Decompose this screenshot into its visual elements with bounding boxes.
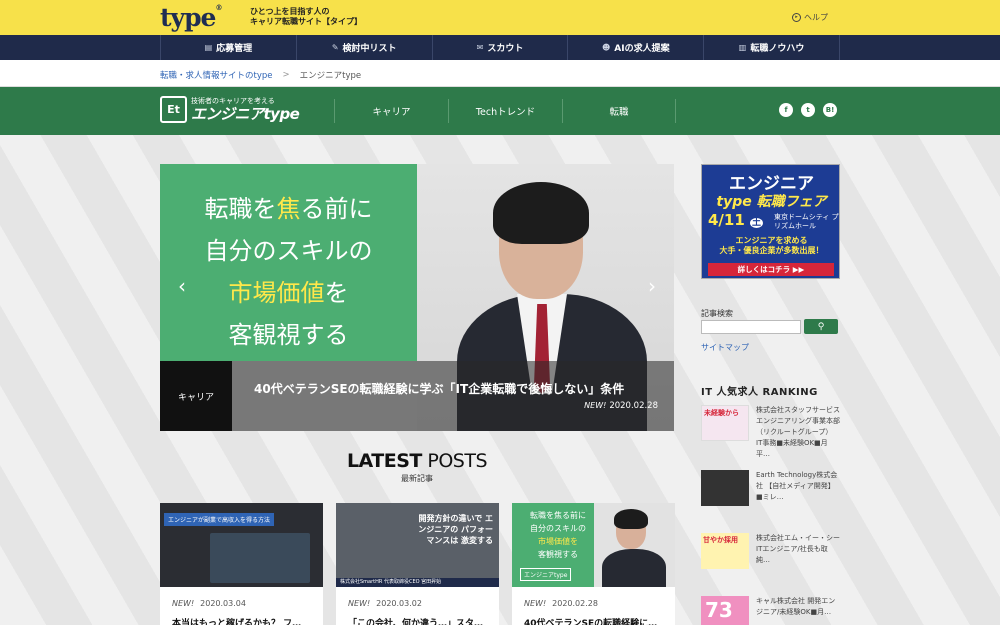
latest-posts-subtitle: 最新記事 xyxy=(401,474,433,483)
main-nav: ▤ 応募管理 ✎ 検討中リスト ✉ スカウト ☻ AIの求人提案 ▥ 転職ノウハウ xyxy=(0,35,1000,60)
nav-item-ai-suggest[interactable]: ☻ AIの求人提案 xyxy=(568,35,705,60)
engineer-type-logo[interactable]: Et 技術者のキャリアを考える エンジニアtype xyxy=(160,96,300,123)
top-bar: type® ひとつ上を目指す人の キャリア転職サイト【タイプ】 ▸ ヘルプ xyxy=(0,0,1000,35)
site-tagline: ひとつ上を目指す人の キャリア転職サイト【タイプ】 xyxy=(250,7,362,26)
ranking-item[interactable]: 未経験から 株式会社スタッフサービス エンジニアリング事業本部（リクルートグルー… xyxy=(701,405,840,460)
post-card[interactable]: 開発方針の違いで エンジニアの パフォーマンスは 激変する 株式会社SmartH… xyxy=(336,503,499,625)
hero-headline: 転職を焦る前に 自分のスキルの 市場価値を 客観視する xyxy=(204,195,373,349)
fair-details-button[interactable]: 詳しくはコチラ ▶▶ xyxy=(708,263,834,276)
hero-slider[interactable]: 転職を焦る前に 自分のスキルの 市場価値を 客観視する キャリア 40代ベテラン… xyxy=(160,164,674,431)
post-date: NEW! 2020.03.02 xyxy=(348,599,422,608)
ranking-thumbnail: 73 xyxy=(701,596,749,625)
post-title[interactable]: 40代ベテランSEの転職経験に… xyxy=(524,616,657,625)
site-header: Et 技術者のキャリアを考える エンジニアtype キャリア Techトレンド … xyxy=(0,87,1000,135)
post-card[interactable]: エンジニアが副業で高収入を得る方法 NEW! 2020.03.04 本当はもっと稼… xyxy=(160,503,323,625)
search-label: 記事検索 xyxy=(701,309,733,318)
help-link[interactable]: ▸ ヘルプ xyxy=(792,12,828,23)
ranking-title: IT 人気求人 RANKING xyxy=(701,387,818,398)
job-fair-banner[interactable]: エンジニア type 転職フェア 4/11 土 東京ドームシティ プリズムホール… xyxy=(701,164,840,279)
latest-posts-title: LATEST POSTS xyxy=(346,450,488,472)
ranking-thumbnail xyxy=(701,470,749,506)
search-button[interactable]: ⚲ xyxy=(804,319,838,334)
hatena-bookmark-icon[interactable]: B! xyxy=(823,103,837,117)
slider-next-icon[interactable]: › xyxy=(648,274,656,298)
hero-title[interactable]: 40代ベテランSEの転職経験に学ぶ「IT企業転職で後悔しない」条件 xyxy=(254,380,624,397)
ranking-thumbnail: 未経験から xyxy=(701,405,749,441)
sitemap-link[interactable]: サイトマップ xyxy=(701,342,749,353)
latest-posts-heading: LATEST POSTS 最新記事 xyxy=(160,450,674,484)
slider-prev-icon[interactable]: ‹ xyxy=(178,274,186,298)
social-links: f t B! xyxy=(779,103,837,117)
search-icon: ⚲ xyxy=(817,321,825,332)
document-icon: ▤ xyxy=(204,43,213,52)
ranking-thumbnail: 甘やか採用 xyxy=(701,533,749,569)
post-date: NEW! 2020.03.04 xyxy=(172,599,246,608)
ranking-item[interactable]: Earth Technology株式会社 【自社メディア開発】■ミレ… xyxy=(701,470,840,506)
post-list: エンジニアが副業で高収入を得る方法 NEW! 2020.03.04 本当はもっと稼… xyxy=(160,503,675,625)
section-nav-job-change[interactable]: 転職 xyxy=(562,99,676,123)
post-thumbnail: 転職を焦る前に 自分のスキルの 市場価値を 客観視する エンジニアtype xyxy=(512,503,675,587)
mail-icon: ✉ xyxy=(476,43,484,52)
section-nav-career[interactable]: キャリア xyxy=(334,99,448,123)
post-title[interactable]: 「この会社、何か違う…」スタ… xyxy=(348,616,483,625)
nav-item-knowhow[interactable]: ▥ 転職ノウハウ xyxy=(704,35,840,60)
post-title[interactable]: 本当はもっと稼げるかも？ フ… xyxy=(172,616,301,625)
hero-headline-panel: 転職を焦る前に 自分のスキルの 市場価値を 客観視する xyxy=(160,164,417,361)
pencil-icon: ✎ xyxy=(331,43,339,52)
ranking-item[interactable]: 73 キャル株式会社 開発エンジニア/未経験OK■月… xyxy=(701,596,840,625)
ranking-item[interactable]: 甘やか採用 株式会社エム・イー・シー ITエンジニア/社長も取純… xyxy=(701,533,840,569)
post-thumbnail: エンジニアが副業で高収入を得る方法 xyxy=(160,503,323,587)
hero-category[interactable]: キャリア xyxy=(160,361,232,431)
info-icon: ▸ xyxy=(792,13,801,22)
breadcrumb-current: エンジニアtype xyxy=(299,71,362,81)
type-logo[interactable]: type® xyxy=(160,3,222,32)
breadcrumb-separator: > xyxy=(282,70,290,80)
robot-icon: ☻ xyxy=(601,43,611,52)
twitter-icon[interactable]: t xyxy=(801,103,815,117)
nav-item-shortlist[interactable]: ✎ 検討中リスト xyxy=(297,35,433,60)
post-thumbnail: 開発方針の違いで エンジニアの パフォーマンスは 激変する 株式会社SmartH… xyxy=(336,503,499,587)
breadcrumb: 転職・求人情報サイトのtype > エンジニアtype xyxy=(0,60,1000,87)
breadcrumb-home[interactable]: 転職・求人情報サイトのtype xyxy=(160,69,273,81)
facebook-icon[interactable]: f xyxy=(779,103,793,117)
post-card[interactable]: 転職を焦る前に 自分のスキルの 市場価値を 客観視する エンジニアtype NE… xyxy=(512,503,675,625)
section-nav-tech[interactable]: Techトレンド xyxy=(448,99,562,123)
search-input[interactable] xyxy=(701,320,801,334)
nav-item-applications[interactable]: ▤ 応募管理 xyxy=(161,35,297,60)
section-nav: キャリア Techトレンド 転職 xyxy=(334,99,676,123)
post-date: NEW! 2020.02.28 xyxy=(524,599,598,608)
hero-date: NEW! 2020.02.28 xyxy=(584,401,658,411)
nav-item-scout[interactable]: ✉ スカウト xyxy=(433,35,569,60)
book-icon: ▥ xyxy=(738,43,747,52)
